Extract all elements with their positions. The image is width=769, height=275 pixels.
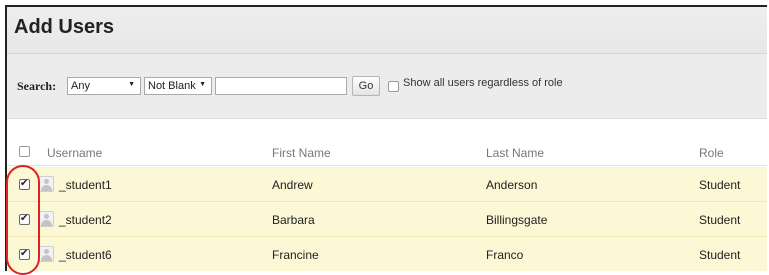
cell-last-name: Anderson — [486, 178, 538, 192]
search-operator-value: Not Blank — [148, 80, 196, 92]
cell-role: Student — [699, 213, 741, 227]
checkmark-icon: ✔ — [20, 248, 29, 259]
column-header-first-name[interactable]: First Name — [272, 146, 331, 160]
search-label: Search: — [17, 79, 57, 93]
cell-role: Student — [699, 178, 741, 192]
column-header-role[interactable]: Role — [699, 146, 724, 160]
cell-first-name: Barbara — [272, 213, 315, 227]
title-band: Add Users — [7, 7, 767, 54]
cell-last-name: Billingsgate — [486, 213, 548, 227]
search-field-select[interactable]: Any ▼ — [67, 77, 141, 95]
show-all-users-label: Show all users regardless of role — [403, 77, 563, 89]
row-checkbox[interactable]: ✔ — [19, 178, 30, 190]
page-title: Add Users — [14, 16, 115, 38]
checkmark-icon: ✔ — [20, 213, 29, 224]
cell-username: _student2 — [59, 213, 112, 227]
search-bar: Search: Any ▼ Not Blank ▼ Go Show all us… — [7, 54, 767, 119]
row-checkbox[interactable]: ✔ — [19, 248, 30, 260]
table-row[interactable]: ✔ _student2 Barbara Billingsgate Student — [7, 202, 767, 237]
cell-username: _student6 — [59, 248, 112, 262]
cell-last-name: Franco — [486, 248, 524, 262]
add-users-panel: Add Users Search: Any ▼ Not Blank ▼ Go S… — [5, 5, 767, 271]
user-avatar-icon — [38, 176, 54, 192]
table-header: Username First Name Last Name Role — [7, 138, 767, 166]
cell-role: Student — [699, 248, 741, 262]
checkmark-icon: ✔ — [20, 178, 29, 189]
search-field-value: Any — [71, 80, 90, 92]
chevron-down-icon: ▼ — [199, 81, 206, 88]
go-button[interactable]: Go — [352, 76, 380, 96]
column-header-last-name[interactable]: Last Name — [486, 146, 544, 160]
user-avatar-icon — [38, 211, 54, 227]
row-checkbox[interactable]: ✔ — [19, 213, 30, 225]
column-header-username[interactable]: Username — [47, 146, 102, 160]
cell-first-name: Andrew — [272, 178, 313, 192]
select-all-checkbox[interactable] — [19, 146, 30, 157]
user-avatar-icon — [38, 246, 54, 262]
cell-first-name: Francine — [272, 248, 319, 262]
cell-username: _student1 — [59, 178, 112, 192]
table-row[interactable]: ✔ _student1 Andrew Anderson Student — [7, 167, 767, 202]
search-operator-select[interactable]: Not Blank ▼ — [144, 77, 212, 95]
table-row[interactable]: ✔ _student6 Francine Franco Student — [7, 237, 767, 271]
show-all-users-checkbox[interactable] — [388, 81, 399, 92]
chevron-down-icon: ▼ — [128, 81, 135, 88]
search-input[interactable] — [215, 77, 347, 95]
